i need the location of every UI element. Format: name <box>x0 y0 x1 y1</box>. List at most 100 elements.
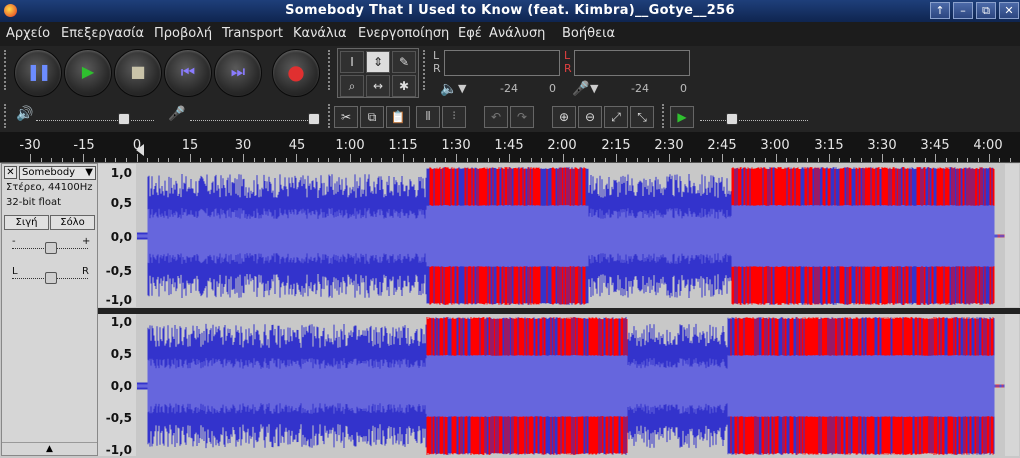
stop-button[interactable]: ■ <box>114 49 162 97</box>
ruler-label: 1:30 <box>441 138 471 153</box>
chevron-down-icon: ▼ <box>85 167 93 178</box>
playback-meter[interactable] <box>444 50 560 76</box>
mixer-grip[interactable] <box>4 104 12 128</box>
draw-tool[interactable]: ✎ <box>392 51 416 73</box>
toolbar-area: ❚❚ ▶ ■ ⏮ ⏭ ● I ⇕ ✎ ⌕ ↔ ✱ L R L R 🔈 ▼ -24… <box>0 46 1020 132</box>
minimize-button[interactable]: – <box>953 2 973 19</box>
waveform-channel-right[interactable] <box>137 317 1005 455</box>
timeshift-tool[interactable]: ↔ <box>366 75 390 97</box>
ruler-tick <box>839 158 841 162</box>
timeline-ruler[interactable]: -30 -15 0 15 30 45 1:00 1:15 1:30 1:45 2… <box>0 132 1020 163</box>
waveform-channel-left[interactable] <box>137 167 1005 305</box>
selection-tool[interactable]: I <box>340 51 364 73</box>
ruler-tick <box>296 154 298 162</box>
play-button[interactable]: ▶ <box>64 49 112 97</box>
playback-meter-dropdown-icon[interactable]: ▼ <box>458 82 466 95</box>
playback-speed-thumb[interactable] <box>726 113 738 125</box>
cut-button[interactable]: ✂ <box>334 106 358 128</box>
menu-view[interactable]: Προβολή <box>154 26 212 41</box>
record-button[interactable]: ● <box>272 49 320 97</box>
vertical-scale-bottom[interactable]: 1,0 0,5 0,0 -0,5 -1,0 <box>98 314 136 457</box>
speed-grip[interactable] <box>662 104 670 128</box>
menu-effects[interactable]: Εφέ <box>458 26 482 41</box>
menu-edit[interactable]: Επεξεργασία <box>61 26 144 41</box>
record-meter[interactable] <box>574 50 690 76</box>
ruler-tick <box>211 158 213 162</box>
multi-tool[interactable]: ✱ <box>392 75 416 97</box>
ruler-tick <box>509 154 511 162</box>
ruler-tick <box>243 154 244 162</box>
scale-label: 0,5 <box>110 196 132 210</box>
ruler-tick <box>690 158 692 162</box>
speaker-icon[interactable]: 🔈 <box>440 81 457 97</box>
ruler-label: 15 <box>181 138 199 153</box>
ruler-tick <box>253 158 255 162</box>
menu-generate[interactable]: Ενεργοποίηση <box>358 26 449 41</box>
ruler-tick <box>882 154 883 162</box>
vertical-scale-top[interactable]: 1,0 0,5 0,0 -0,5 -1,0 <box>98 164 136 307</box>
paste-button[interactable]: 📋 <box>386 106 410 128</box>
record-volume-thumb[interactable] <box>308 113 320 125</box>
microphone-icon[interactable]: 🎤 <box>572 81 589 97</box>
record-meter-dropdown-icon[interactable]: ▼ <box>590 82 598 95</box>
window-title: Somebody That I Used to Know (feat. Kimb… <box>285 3 735 18</box>
skip-start-button[interactable]: ⏮ <box>164 49 212 97</box>
record-volume-slider[interactable] <box>190 120 314 122</box>
toolbar-grip[interactable] <box>4 50 12 90</box>
fit-selection-button[interactable]: ⤢ <box>604 106 628 128</box>
ruler-tick <box>711 158 713 162</box>
zoom-out-button[interactable]: ⊖ <box>578 106 602 128</box>
maximize-button[interactable]: ⧉ <box>976 2 996 19</box>
scale-label: 1,0 <box>110 166 132 180</box>
envelope-tool[interactable]: ⇕ <box>366 51 390 73</box>
close-button[interactable]: ✕ <box>999 2 1019 19</box>
track-right-edge <box>1005 164 1019 307</box>
ruler-tick <box>892 158 894 162</box>
record-db-zero: 0 <box>680 82 687 95</box>
ruler-tick <box>796 158 798 162</box>
gain-slider-thumb[interactable] <box>45 242 57 254</box>
track-close-button[interactable]: ✕ <box>4 166 17 179</box>
zoom-tool[interactable]: ⌕ <box>340 75 364 97</box>
collapse-track-icon[interactable]: ▲ <box>2 442 97 455</box>
track-control-panel[interactable]: ✕ Somebody ▼ Στέρεο, 44100Hz 32-bit floa… <box>1 163 98 456</box>
undo-button[interactable]: ↶ <box>484 106 508 128</box>
keep-above-button[interactable]: ↑ <box>930 2 950 19</box>
ruler-tick <box>860 158 862 162</box>
gain-plus-label: + <box>82 236 91 247</box>
tools-grip[interactable] <box>328 50 336 90</box>
menu-help[interactable]: Βοήθεια <box>562 26 615 41</box>
mute-button[interactable]: Σιγή <box>4 215 49 230</box>
menu-transport[interactable]: Transport <box>222 26 283 41</box>
solo-button[interactable]: Σόλο <box>50 215 95 230</box>
silence-button[interactable]: ⫶ <box>442 106 466 128</box>
copy-button[interactable]: ⧉ <box>360 106 384 128</box>
redo-button[interactable]: ↷ <box>510 106 534 128</box>
ruler-tick <box>338 158 340 162</box>
ruler-tick <box>743 158 745 162</box>
zoom-in-button[interactable]: ⊕ <box>552 106 576 128</box>
ruler-tick <box>147 158 149 162</box>
play-at-speed-button[interactable]: ▶ <box>670 106 694 128</box>
ruler-label: 2:30 <box>654 138 684 153</box>
playback-speed-slider[interactable] <box>700 120 808 122</box>
ruler-label: 2:00 <box>547 138 577 153</box>
pause-button[interactable]: ❚❚ <box>14 49 62 97</box>
skip-end-button[interactable]: ⏭ <box>214 49 262 97</box>
playback-volume-slider[interactable] <box>36 120 154 122</box>
playback-volume-thumb[interactable] <box>118 113 130 125</box>
ruler-tick <box>200 158 202 162</box>
menu-bar: Αρχείο Επεξεργασία Προβολή Transport Καν… <box>0 22 1020 47</box>
menu-tracks[interactable]: Κανάλια <box>293 26 347 41</box>
track-name-menu[interactable]: Somebody ▼ <box>19 166 96 180</box>
trim-button[interactable]: ⫼ <box>416 106 440 128</box>
menu-file[interactable]: Αρχείο <box>6 26 50 41</box>
ruler-tick <box>562 154 564 162</box>
menu-analyze[interactable]: Ανάλυση <box>489 26 545 41</box>
meter-grip[interactable] <box>423 50 431 90</box>
ruler-tick <box>168 158 170 162</box>
pan-slider-thumb[interactable] <box>45 272 57 284</box>
fit-project-button[interactable]: ⤡ <box>630 106 654 128</box>
playhead-marker-icon[interactable] <box>136 144 144 156</box>
ruler-label: 1:45 <box>494 138 524 153</box>
